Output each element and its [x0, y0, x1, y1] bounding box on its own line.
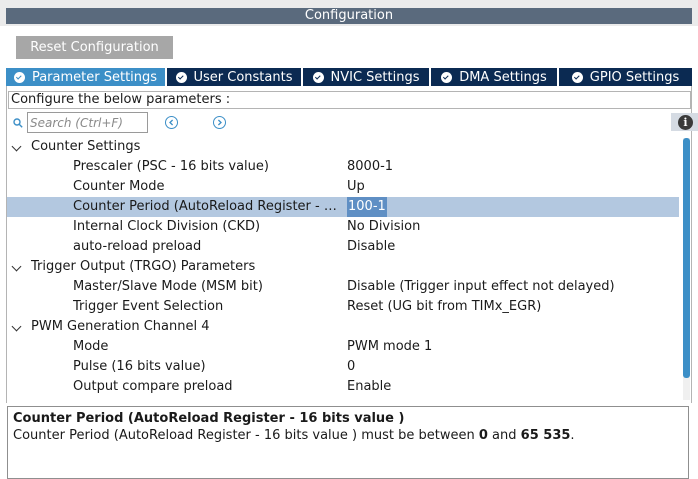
tree-row-pulse[interactable]: Pulse (16 bits value) 0	[7, 357, 679, 377]
param-name: Mode	[73, 339, 109, 354]
tree-row-counter-mode[interactable]: Counter Mode Up	[7, 177, 679, 197]
search-row: i	[7, 112, 698, 136]
group-label: Counter Settings	[31, 139, 141, 154]
group-label: PWM Generation Channel 4	[31, 319, 210, 334]
param-value[interactable]: 8000-1	[347, 157, 393, 177]
search-icon	[13, 118, 23, 128]
window-title: Configuration	[6, 8, 692, 24]
param-value[interactable]: No Division	[347, 217, 420, 237]
check-circle-icon	[175, 71, 187, 83]
toolbar: Reset Configuration	[0, 26, 698, 68]
param-value[interactable]: Up	[347, 177, 365, 197]
scrollbar-thumb[interactable]	[683, 138, 690, 378]
check-circle-icon	[441, 71, 453, 83]
tree-row-auto-reload-preload[interactable]: auto-reload preload Disable	[7, 237, 679, 257]
param-name: Internal Clock Division (CKD)	[73, 219, 261, 234]
param-value-input[interactable]: 100-1	[347, 197, 387, 217]
tab-label: GPIO Settings	[589, 69, 680, 85]
search-previous-button[interactable]	[165, 116, 178, 129]
tab-user-constants[interactable]: User Constants	[167, 68, 303, 86]
chevron-down-icon[interactable]	[11, 321, 22, 332]
vertical-scrollbar[interactable]	[683, 138, 690, 400]
tree-row-output-compare-preload[interactable]: Output compare preload Enable	[7, 377, 679, 397]
group-label: Trigger Output (TRGO) Parameters	[31, 259, 256, 274]
search-next-button[interactable]	[213, 116, 226, 129]
tab-label: User Constants	[193, 69, 293, 85]
chevron-down-icon[interactable]	[11, 141, 22, 152]
tree-row-prescaler[interactable]: Prescaler (PSC - 16 bits value) 8000-1	[7, 157, 679, 177]
tree-row-counter-period[interactable]: Counter Period (AutoReload Register - 1.…	[7, 197, 679, 217]
description-min: 0	[478, 428, 488, 443]
parameter-tree: Counter Settings Prescaler (PSC - 16 bit…	[7, 136, 679, 402]
tab-label: Parameter Settings	[31, 69, 158, 85]
param-name: Trigger Event Selection	[73, 299, 224, 314]
parameter-settings-panel: Configure the below parameters : i Count…	[6, 86, 698, 403]
param-value[interactable]: Disable (Trigger input effect not delaye…	[347, 277, 615, 297]
tab-parameter-settings[interactable]: Parameter Settings	[6, 68, 167, 86]
tree-group-pwm-channel-4[interactable]: PWM Generation Channel 4	[7, 317, 679, 337]
tree-row-pwm-mode[interactable]: Mode PWM mode 1	[7, 337, 679, 357]
param-name: Counter Period (AutoReload Register - 1.…	[73, 199, 343, 214]
param-name: auto-reload preload	[73, 239, 202, 254]
description-mid: and	[487, 428, 521, 443]
param-name: Master/Slave Mode (MSM bit)	[73, 279, 263, 294]
tree-row-clock-division[interactable]: Internal Clock Division (CKD) No Divisio…	[7, 217, 679, 237]
description-prefix: Counter Period (AutoReload Register - 16…	[13, 428, 479, 443]
tab-nvic-settings[interactable]: NVIC Settings	[303, 68, 431, 86]
param-name: Prescaler (PSC - 16 bits value)	[73, 159, 269, 174]
param-name: Counter Mode	[73, 179, 165, 194]
chevron-right-icon	[217, 119, 222, 126]
info-button[interactable]: i	[671, 113, 698, 131]
chevron-left-icon	[169, 119, 174, 126]
parameter-description: Counter Period (AutoReload Register - 16…	[7, 406, 689, 479]
tab-gpio-settings[interactable]: GPIO Settings	[559, 68, 692, 86]
tab-label: NVIC Settings	[330, 69, 420, 85]
param-value[interactable]: 0	[347, 357, 355, 377]
search-input[interactable]	[27, 112, 148, 133]
tab-dma-settings[interactable]: DMA Settings	[431, 68, 559, 86]
configure-instructions: Configure the below parameters :	[8, 91, 691, 109]
info-icon: i	[678, 114, 693, 130]
param-value[interactable]: Reset (UG bit from TIMx_EGR)	[347, 297, 541, 317]
description-title: Counter Period (AutoReload Register - 16…	[13, 411, 405, 426]
window-titlebar: Configuration	[0, 0, 698, 26]
description-text: Counter Period (AutoReload Register - 16…	[13, 427, 683, 444]
description-max: 65 535	[520, 428, 571, 443]
param-value[interactable]: PWM mode 1	[347, 337, 432, 357]
titlebar-top-strip	[0, 0, 698, 8]
reset-configuration-button[interactable]: Reset Configuration	[16, 36, 173, 59]
tree-row-master-slave-mode[interactable]: Master/Slave Mode (MSM bit) Disable (Tri…	[7, 277, 679, 297]
param-value[interactable]: Enable	[347, 377, 391, 397]
description-suffix: .	[570, 428, 575, 443]
check-circle-icon	[312, 71, 324, 83]
param-name: Pulse (16 bits value)	[73, 359, 206, 374]
tree-row-trigger-event-selection[interactable]: Trigger Event Selection Reset (UG bit fr…	[7, 297, 679, 317]
tree-group-counter-settings[interactable]: Counter Settings	[7, 137, 679, 157]
chevron-down-icon[interactable]	[11, 261, 22, 272]
param-name: Output compare preload	[73, 379, 233, 394]
param-value[interactable]: Disable	[347, 237, 395, 257]
check-circle-icon	[13, 71, 25, 83]
tab-bar: Parameter Settings User Constants NVIC S…	[6, 68, 692, 86]
check-circle-icon	[571, 71, 583, 83]
tab-label: DMA Settings	[459, 69, 547, 85]
tree-group-trigger-output[interactable]: Trigger Output (TRGO) Parameters	[7, 257, 679, 277]
